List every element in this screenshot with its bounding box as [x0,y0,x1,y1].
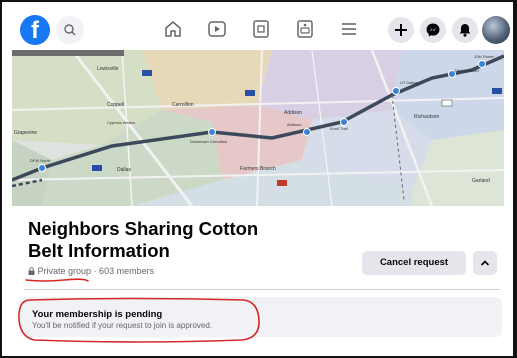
map-label-ut-dallas: UT Dallas [400,80,418,85]
bell-icon [459,24,471,37]
facebook-logo-icon[interactable]: f [20,15,50,45]
search-button[interactable] [56,16,84,44]
messenger-button[interactable] [420,17,446,43]
map-label-carrollton: Carrollton [172,102,194,108]
gaming-icon[interactable] [294,18,316,40]
red-circle-annotation [18,297,260,343]
cover-overlay-strip [12,50,124,56]
top-navigation: f [10,8,510,50]
map-label-richardson: Richardson [414,114,440,120]
cancel-request-button[interactable]: Cancel request [362,251,466,275]
avatar[interactable] [482,16,510,44]
map-label-addison-station: Addison [287,122,301,127]
map-label-dallas: Dallas [117,167,131,173]
search-icon [64,24,76,36]
home-icon[interactable] [162,18,184,40]
map-label-grapevine: Grapevine [14,130,37,136]
group-title: Neighbors Sharing Cotton Belt Informatio… [28,218,259,261]
video-icon[interactable] [206,18,228,40]
privacy-link[interactable]: Private group [38,266,92,276]
more-options-button[interactable] [473,251,497,275]
create-button[interactable] [388,17,414,43]
map-label-farmers-branch: Farmers Branch [240,166,276,172]
notifications-button[interactable] [452,17,478,43]
divider [24,289,500,290]
menu-icon[interactable] [338,18,360,40]
messenger-icon [426,23,440,37]
chevron-up-icon [480,260,490,266]
map-label-garland: Garland [472,178,490,184]
map-label-lewisville: Lewisville [97,66,119,72]
marketplace-icon[interactable] [250,18,272,40]
map-label-knoll-trail: Knoll Trail [330,126,348,131]
member-count[interactable]: · 603 members [94,266,155,276]
map-label-coppell: Coppell [107,102,124,108]
map-label-downtown-carrollton: Downtown Carrollton [190,139,227,144]
lock-icon [28,267,35,275]
map-label-cypress-waters: Cypress Waters [107,120,135,125]
group-meta: Private group · 603 members [28,266,154,276]
red-underline-annotation [25,278,89,282]
plus-icon [395,24,407,36]
map-label-cityline: CityLine/Bush [454,68,479,73]
map-label-dfw-north: DFW North [30,158,50,163]
cover-map: Lewisville Coppell Carrollton Addison Ri… [12,50,504,206]
map-label-12th-street: 12th Street [474,54,494,59]
map-label-addison: Addison [284,110,302,116]
